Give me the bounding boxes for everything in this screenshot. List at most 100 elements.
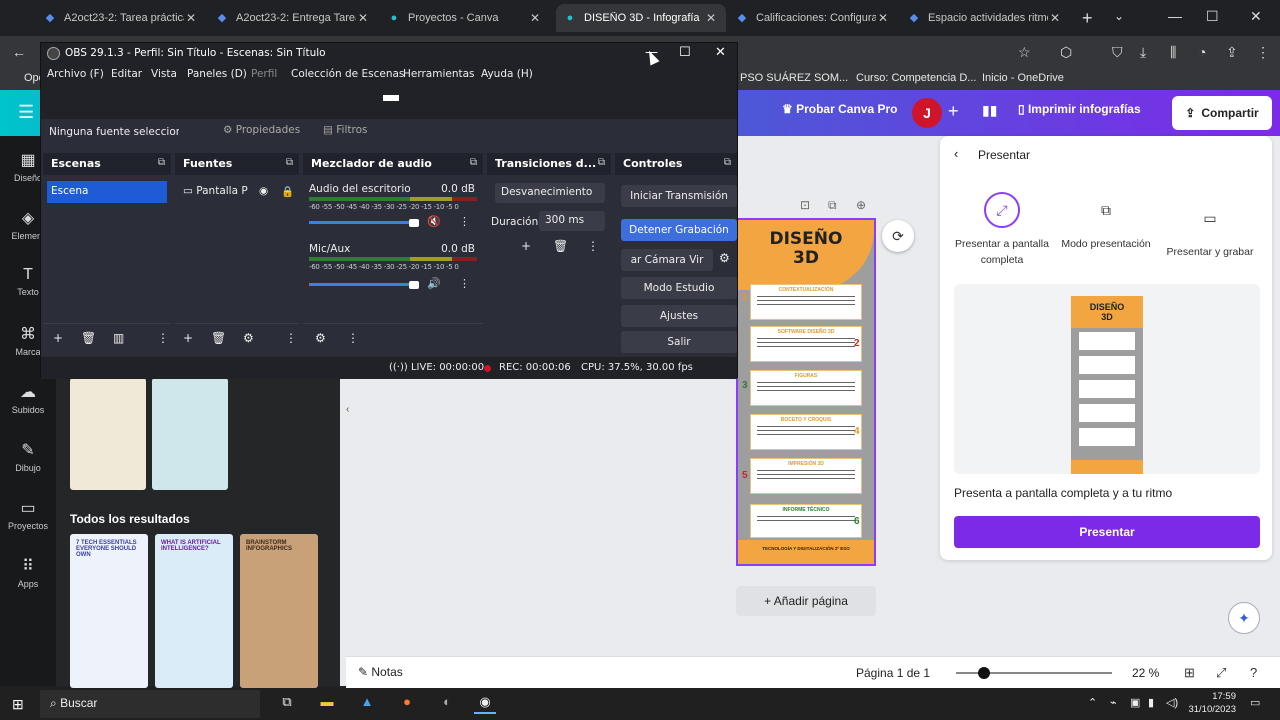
notes-button[interactable]: ✎ Notas <box>358 665 403 679</box>
volume-slider-knob[interactable] <box>409 281 419 289</box>
more-icon[interactable]: ⋮ <box>587 239 599 253</box>
more-icon[interactable]: ⋮ <box>157 331 169 345</box>
menu-icon[interactable]: ⋮ <box>1256 44 1270 61</box>
volume-icon[interactable]: ◁) <box>1166 696 1178 709</box>
volume-slider[interactable] <box>309 283 415 286</box>
taskbar-clock[interactable]: 17:59 31/10/2023 <box>1186 690 1236 716</box>
start-streaming-button[interactable]: Iniciar Transmisión <box>621 185 737 207</box>
app-icon[interactable]: ▲ <box>356 694 378 714</box>
notification-icon[interactable]: ▭ <box>1250 696 1260 709</box>
print-button[interactable]: ▯ Imprimir infografías <box>1018 102 1141 116</box>
filter-icon[interactable]: ▥ <box>113 331 124 345</box>
gear-icon[interactable]: ⚙ <box>315 331 326 345</box>
bookmark[interactable]: Curso: Competencia D... <box>856 72 976 84</box>
lock-icon[interactable]: 🔒 <box>281 185 294 198</box>
chevron-left-icon[interactable]: ‹ <box>954 146 958 161</box>
trash-icon[interactable]: 🗑 <box>211 331 226 345</box>
stop-recording-button[interactable]: Detener Grabación <box>621 219 737 241</box>
trash-icon[interactable]: 🗑 <box>553 239 568 253</box>
menu-paneles[interactable]: Paneles (D) <box>187 68 247 80</box>
properties-button[interactable]: ⚙ Propiedades <box>223 124 300 136</box>
menu-ayuda[interactable]: Ayuda (H) <box>481 68 533 80</box>
duplicate-icon[interactable]: ⧉ <box>828 198 837 213</box>
share-button[interactable]: ⇪ Compartir <box>1172 96 1272 130</box>
chevron-down-icon[interactable]: ⌄ <box>1114 9 1124 23</box>
refresh-icon[interactable]: ⟳ <box>882 220 914 252</box>
app-icon[interactable]: ◐ <box>436 694 458 714</box>
obs-titlebar[interactable]: OBS 29.1.3 - Perfil: Sin Título - Escena… <box>41 43 737 65</box>
browser-tab[interactable]: ◆ A2oct23-2: Entrega Tarea Prác ✕ <box>208 4 378 32</box>
close-icon[interactable]: ✕ <box>715 45 726 60</box>
zoom-slider-knob[interactable] <box>978 667 990 679</box>
option-fullscreen[interactable]: ⤢ Presentar a pantalla completa <box>952 192 1052 268</box>
hamburger-icon[interactable]: ☰ <box>18 102 34 123</box>
filters-button[interactable]: ▤ Filtros <box>323 124 367 136</box>
gear-icon[interactable]: ⚙ <box>719 251 730 265</box>
eye-icon[interactable]: ◉ <box>259 185 268 197</box>
fullscreen-icon[interactable]: ⤢ <box>1216 665 1226 681</box>
more-icon[interactable]: ⋮ <box>459 215 470 228</box>
browser-tab[interactable]: ◆ Espacio actividades ritmo apr ✕ <box>900 4 1070 32</box>
trash-icon[interactable]: 🗑 <box>81 331 96 345</box>
scene-item[interactable]: Escena <box>47 181 167 203</box>
share-icon[interactable]: ⇪ <box>1226 44 1238 61</box>
close-icon[interactable]: ✕ <box>1048 11 1062 25</box>
browser-tab[interactable]: ◆ A2oct23-2: Tarea práctica 6 - ✕ <box>36 4 206 32</box>
start-virtual-camera-button[interactable]: ar Cámara Vir <box>621 249 713 271</box>
add-icon[interactable]: + <box>521 239 531 253</box>
network-icon[interactable]: ⌁ <box>1110 696 1117 709</box>
rail-item-proyectos[interactable]: ▭ Proyectos <box>0 498 56 531</box>
obs-icon[interactable]: ◉ <box>474 694 496 714</box>
menu-herramientas[interactable]: Herramientas <box>403 68 475 80</box>
rail-item-apps[interactable]: ⠿ Apps <box>0 556 56 589</box>
minimize-icon[interactable]: — <box>1168 8 1182 24</box>
extensions-icon[interactable]: ⬡ <box>1060 44 1072 61</box>
windows-start-icon[interactable]: ⊞ <box>12 696 24 713</box>
taskbar-search[interactable]: ⌕ Buscar <box>40 690 260 718</box>
design-page[interactable]: DISEÑO 3D CONTEXTUALIZACIÓN 1 SOFTWARE D… <box>736 218 876 566</box>
popout-icon[interactable]: ⧉ <box>598 157 605 168</box>
grid-view-icon[interactable]: ⊞ <box>1184 665 1195 681</box>
file-explorer-icon[interactable]: ▬ <box>316 694 338 714</box>
zoom-value[interactable]: 22 % <box>1132 666 1159 680</box>
add-icon[interactable]: + <box>53 331 63 345</box>
template-thumbnail[interactable]: 7 TECH ESSENTIALS EVERYONE SHOULD OWN <box>70 534 148 688</box>
back-arrow-icon[interactable]: ← <box>12 44 26 60</box>
studio-mode-button[interactable]: Modo Estudio <box>621 277 737 299</box>
settings-button[interactable]: Ajustes <box>621 305 737 327</box>
more-icon[interactable]: ⋮ <box>459 277 470 290</box>
app-tray-icon[interactable]: ▣ <box>1130 696 1140 709</box>
shield-icon[interactable]: ⛉ <box>1112 44 1123 61</box>
try-pro-button[interactable]: ♛ Probar Canva Pro <box>782 102 897 116</box>
bookmark[interactable]: Inicio - OneDrive <box>982 72 1064 84</box>
menu-vista[interactable]: Vista <box>151 68 177 80</box>
analytics-icon[interactable]: ▮▮ <box>982 102 997 119</box>
template-thumbnail[interactable]: BRAINSTORM INFOGRAPHICS <box>240 534 318 688</box>
obs-preview[interactable] <box>41 85 737 119</box>
menu-coleccion-escenas[interactable]: Colección de Escenas <box>291 68 404 80</box>
browser-tab[interactable]: ● Proyectos - Canva ✕ <box>380 4 550 32</box>
popout-icon[interactable]: ⧉ <box>286 157 293 168</box>
menu-editar[interactable]: Editar <box>111 68 142 80</box>
library-icon[interactable]: ⫼ <box>1170 44 1176 61</box>
add-page-icon[interactable]: ⊕ <box>856 198 866 212</box>
browser-tab[interactable]: ◆ Calificaciones: Configuración ✕ <box>728 4 898 32</box>
source-item[interactable]: ▭ Pantalla P ◉ 🔒 <box>183 185 294 198</box>
bookmark[interactable]: PSO SUÁREZ SOM... <box>740 72 848 84</box>
close-icon[interactable]: ✕ <box>184 11 198 25</box>
present-button[interactable]: Presentar <box>954 516 1260 548</box>
chevron-up-icon[interactable]: ⌃ <box>1088 696 1097 709</box>
add-icon[interactable]: + <box>183 331 193 345</box>
maximize-icon[interactable]: ☐ <box>679 45 691 60</box>
duration-input[interactable]: 300 ms <box>539 211 605 231</box>
template-thumbnail[interactable] <box>152 378 228 490</box>
gear-icon[interactable]: ⚙ <box>243 331 254 345</box>
add-page-button[interactable]: + Añadir página <box>736 586 876 616</box>
battery-icon[interactable]: ▮ <box>1148 696 1154 709</box>
volume-slider-knob[interactable] <box>409 219 419 227</box>
close-icon[interactable]: ✕ <box>876 11 890 25</box>
page-indicator[interactable]: Página 1 de 1 <box>856 666 930 680</box>
popout-icon[interactable]: ⧉ <box>470 157 477 168</box>
download-icon[interactable]: ⤓ <box>1140 44 1146 61</box>
popout-icon[interactable]: ⧉ <box>724 157 731 168</box>
